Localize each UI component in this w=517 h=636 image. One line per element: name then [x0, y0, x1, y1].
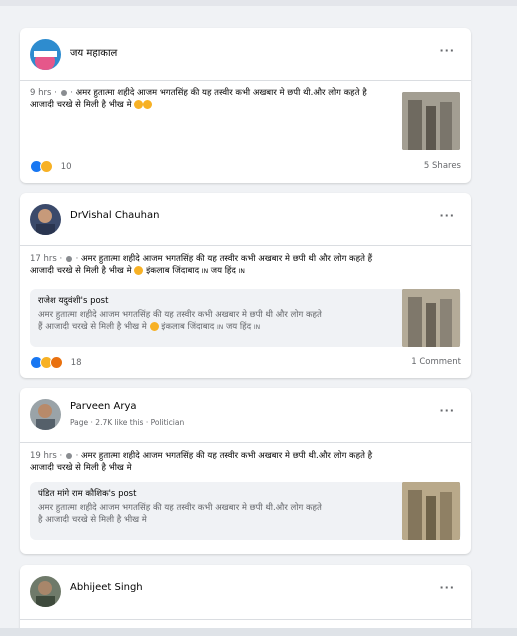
post-card: Parveen Arya Page · 2.7K like this · Pol…	[20, 388, 471, 554]
post-body: 19 hrs · · अमर हुतात्मा शहीदे आजम भगतसिं…	[30, 451, 373, 473]
divider	[20, 442, 471, 443]
post-card: जय महाकाल ··· 9 hrs · · अमर हुतात्मा शही…	[20, 28, 471, 183]
top-bar	[0, 0, 517, 6]
divider	[20, 80, 471, 81]
divider	[20, 245, 471, 246]
divider	[20, 619, 471, 620]
flag-in-label: IN	[201, 268, 209, 275]
shared-thumbnail[interactable]	[402, 482, 460, 540]
shared-post[interactable]: राजेश यदुवंशी's post अमर हुतात्मा शहीदे …	[30, 289, 461, 347]
author-name[interactable]: जय महाकाल	[70, 45, 117, 59]
author-meta: Page · 2.7K like this · Politician	[70, 418, 185, 427]
post-body: 17 hrs · · अमर हुतात्मा शहीदे आजम भगतसिं…	[30, 254, 373, 276]
sad-emoji-icon	[149, 322, 159, 331]
post-text-line1: अमर हुतात्मा शहीदे आजम भगतसिंह की यह तस्…	[81, 451, 373, 461]
comments-count[interactable]: 1 Comment	[411, 357, 461, 367]
globe-icon	[60, 89, 67, 96]
globe-icon	[65, 255, 72, 262]
crying-emoji-icon	[143, 100, 153, 109]
globe-icon	[65, 452, 72, 459]
shared-text-jay: जय हिंद	[225, 322, 252, 332]
author-name[interactable]: Abhijeet Singh	[70, 582, 143, 593]
angry-reaction-icon[interactable]	[50, 356, 63, 369]
more-options-icon[interactable]: ···	[439, 45, 455, 56]
sad-reaction-icon[interactable]	[40, 160, 53, 173]
post-time[interactable]: 19 hrs	[30, 451, 57, 461]
avatar[interactable]	[30, 204, 61, 235]
shared-text-line1: अमर हुतात्मा शहीदे आजम भगतसिंह की यह तस्…	[38, 503, 322, 513]
shared-post[interactable]: पंडित मांगे राम कौशिक's post अमर हुतात्म…	[30, 482, 461, 540]
shared-text-tail: इंकलाब जिंदाबाद	[161, 322, 215, 332]
more-options-icon[interactable]: ···	[439, 582, 455, 593]
post-body: 9 hrs · · अमर हुतात्मा शहीदे आजम भगतसिंह…	[30, 88, 367, 110]
avatar[interactable]	[30, 39, 61, 70]
post-card: DrVishal Chauhan ··· 17 hrs · · अमर हुता…	[20, 193, 471, 378]
flag-in-label: IN	[217, 324, 224, 331]
shares-count[interactable]: 5 Shares	[424, 161, 461, 171]
post-footer: 10 5 Shares	[30, 160, 461, 174]
shared-thumbnail[interactable]	[402, 289, 460, 347]
taskbar	[0, 628, 517, 636]
post-card: Abhijeet Singh ···	[20, 565, 471, 636]
shared-text-line2: है आजादी चरखे से मिली है भीख मे	[38, 515, 147, 525]
post-footer: 18 1 Comment	[30, 356, 461, 370]
more-options-icon[interactable]: ···	[439, 405, 455, 416]
sad-emoji-icon	[134, 266, 144, 275]
avatar[interactable]	[30, 576, 61, 607]
post-text: अमर हुतात्मा शहीदे आजम भगतसिंह की यह तस्…	[30, 88, 367, 110]
reaction-count[interactable]: 10	[61, 162, 72, 172]
post-text-line2: आजादी चरखे से मिली है भीख मे	[30, 463, 132, 473]
post-time[interactable]: 9 hrs	[30, 88, 51, 98]
shared-text-line1: अमर हुतात्मा शहीदे आजम भगतसिंह की यह तस्…	[38, 310, 322, 320]
shared-text-line2: हैं आजादी चरखे से मिली है भीख मे	[38, 322, 147, 332]
post-text-line1: अमर हुतात्मा शहीदे आजम भगतसिंह की यह तस्…	[81, 254, 373, 264]
flag-in-label: IN	[253, 324, 261, 331]
avatar[interactable]	[30, 399, 61, 430]
flag-in-label: IN	[238, 268, 245, 275]
reaction-count[interactable]: 18	[71, 358, 82, 368]
post-text-tail: इंकलाब जिंदाबाद	[146, 266, 200, 276]
author-name[interactable]: DrVishal Chauhan	[70, 210, 159, 221]
shared-author[interactable]: राजेश यदुवंशी's post	[38, 295, 393, 306]
post-time[interactable]: 17 hrs	[30, 254, 57, 264]
post-text-jay: जय हिंद	[210, 266, 236, 276]
more-options-icon[interactable]: ···	[439, 210, 455, 221]
post-thumbnail[interactable]	[402, 92, 460, 150]
crying-emoji-icon	[134, 100, 144, 109]
author-name[interactable]: Parveen Arya	[70, 401, 137, 412]
shared-author[interactable]: पंडित मांगे राम कौशिक's post	[38, 488, 393, 499]
post-text-line2: आजादी चरखे से मिली है भीख मे	[30, 266, 132, 276]
